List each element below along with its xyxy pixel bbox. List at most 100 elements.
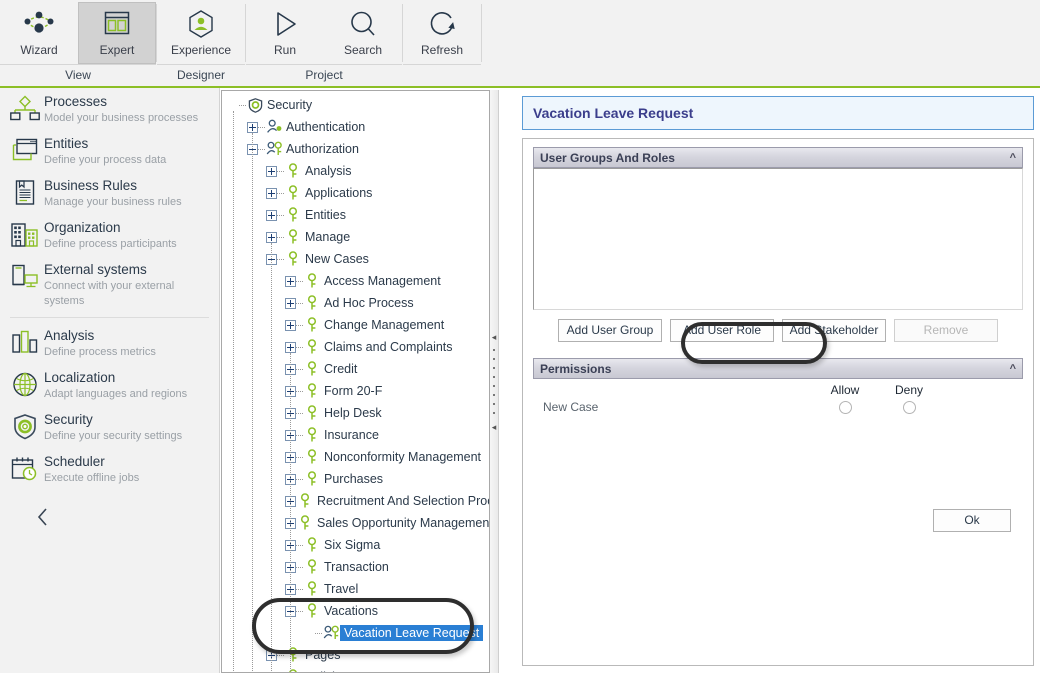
key-icon: [303, 272, 321, 290]
tree-node-expand-toggle[interactable]: [266, 166, 277, 177]
add-user-group-button[interactable]: Add User Group: [558, 319, 662, 342]
security-tree-panel[interactable]: Security Authentication Authorization An…: [221, 90, 489, 673]
tree-node[interactable]: Security: [222, 94, 489, 116]
ribbon-button-refresh[interactable]: Refresh: [403, 2, 481, 64]
tree-node[interactable]: Insurance: [222, 424, 489, 446]
ribbon-button-run[interactable]: Run: [246, 2, 324, 64]
tree-node[interactable]: Vacation Leave Request: [222, 622, 489, 644]
tree-node-label: Ad Hoc Process: [321, 296, 414, 310]
tree-node-expand-toggle[interactable]: [247, 122, 258, 133]
tree-node[interactable]: Vacations: [222, 600, 489, 622]
sidebar-item-entities[interactable]: Entities Define your process data: [0, 130, 219, 172]
tree-connector: [315, 633, 322, 634]
sidebar-item-processes[interactable]: Processes Model your business processes: [0, 88, 219, 130]
tree-node[interactable]: Entities: [222, 204, 489, 226]
key-icon: [303, 558, 321, 576]
ribbon-button-experience[interactable]: Experience: [157, 2, 245, 64]
sidebar-collapse-button[interactable]: [28, 502, 58, 532]
group-permissions-header[interactable]: Permissions ^: [533, 358, 1023, 379]
tree-node[interactable]: Help Desk: [222, 402, 489, 424]
tree-node[interactable]: New Cases: [222, 248, 489, 270]
security-shield-icon: [246, 96, 264, 114]
tree-node[interactable]: Form 20-F: [222, 380, 489, 402]
tree-node[interactable]: Recruitment And Selection Process: [222, 490, 489, 512]
key-icon: [303, 316, 321, 334]
key-icon: [284, 184, 302, 202]
permission-deny-cell: [877, 401, 941, 414]
tree-node[interactable]: Change Management: [222, 314, 489, 336]
remove-button: Remove: [894, 319, 998, 342]
entities-window-icon: [8, 136, 42, 166]
experience-person-icon: [183, 7, 219, 43]
tree-node[interactable]: Transaction: [222, 556, 489, 578]
tree-connector: [296, 369, 303, 370]
tree-node[interactable]: Credit: [222, 358, 489, 380]
user-groups-and-roles-listbox[interactable]: [533, 168, 1023, 310]
sidebar-item-external-systems[interactable]: External systems Connect with your exter…: [0, 256, 219, 313]
tree-node-expand-toggle[interactable]: [285, 342, 296, 353]
group-permissions-title: Permissions: [540, 362, 611, 376]
permission-allow-radio[interactable]: [839, 401, 852, 414]
chevron-up-icon[interactable]: ^: [1010, 363, 1016, 375]
tree-node[interactable]: Sales Opportunity Management: [222, 512, 489, 534]
splitter-grip[interactable]: [493, 347, 495, 417]
tree-node-label: Transaction: [321, 560, 389, 574]
tree-node-label: Access Management: [321, 274, 441, 288]
permission-deny-radio[interactable]: [903, 401, 916, 414]
tree-connector: [296, 435, 303, 436]
tree-node[interactable]: Ad Hoc Process: [222, 292, 489, 314]
tree-node[interactable]: Claims and Complaints: [222, 336, 489, 358]
tree-node[interactable]: Travel: [222, 578, 489, 600]
tree-node[interactable]: Access Management: [222, 270, 489, 292]
tree-node[interactable]: Authentication: [222, 116, 489, 138]
tree-node[interactable]: Manage: [222, 226, 489, 248]
tree-node[interactable]: Nonconformity Management: [222, 446, 489, 468]
tree-node-expand-toggle[interactable]: [285, 320, 296, 331]
tree-node[interactable]: Purchases: [222, 468, 489, 490]
tree-node[interactable]: Analysis: [222, 160, 489, 182]
tree-connector: [296, 281, 303, 282]
chevron-up-icon[interactable]: ^: [1010, 152, 1016, 164]
ribbon-button-search-label: Search: [344, 43, 382, 57]
tree-node[interactable]: Policies: [222, 666, 489, 673]
triangle-left-icon[interactable]: ◂: [492, 333, 497, 341]
tree-node-expand-toggle[interactable]: [285, 298, 296, 309]
ok-button-wrapper: Ok: [933, 509, 1011, 532]
tree-node-expand-toggle[interactable]: [266, 188, 277, 199]
tree-node[interactable]: Authorization: [222, 138, 489, 160]
ribbon-button-wizard[interactable]: Wizard: [0, 2, 78, 64]
sidebar-item-organization[interactable]: Organization Define process participants: [0, 214, 219, 256]
sidebar-item-localization[interactable]: Localization Adapt languages and regions: [0, 364, 219, 406]
tree-node-expand-toggle[interactable]: [285, 276, 296, 287]
tree-node-label: Applications: [302, 186, 372, 200]
ribbon-button-search[interactable]: Search: [324, 2, 402, 64]
page-title: Vacation Leave Request: [522, 96, 1034, 130]
tree-node[interactable]: Pages: [222, 644, 489, 666]
tree-node-expand-toggle[interactable]: [266, 232, 277, 243]
ok-button[interactable]: Ok: [933, 509, 1011, 532]
sidebar-item-scheduler[interactable]: Scheduler Execute offline jobs: [0, 448, 219, 490]
sidebar-item-analysis[interactable]: Analysis Define process metrics: [0, 322, 219, 364]
key-icon: [284, 228, 302, 246]
key-icon: [296, 514, 314, 532]
tree-guide-line: [233, 111, 234, 673]
ribbon-button-expert[interactable]: Expert: [78, 2, 156, 64]
sidebar-item-entities-title: Entities: [44, 136, 88, 151]
sidebar-divider: [10, 317, 209, 318]
add-user-role-button[interactable]: Add User Role: [670, 319, 774, 342]
add-stakeholder-button[interactable]: Add Stakeholder: [782, 319, 886, 342]
tree-node-label: New Cases: [302, 252, 369, 266]
tree-node-expand-toggle[interactable]: [266, 210, 277, 221]
sidebar-item-security[interactable]: Security Define your security settings: [0, 406, 219, 448]
tree-node[interactable]: Applications: [222, 182, 489, 204]
localization-globe-icon: [8, 370, 42, 400]
tree-node[interactable]: Six Sigma: [222, 534, 489, 556]
permissions-body: Allow Deny New Case Ok: [533, 379, 1023, 629]
sidebar-item-business-rules[interactable]: Business Rules Manage your business rule…: [0, 172, 219, 214]
key-icon: [303, 426, 321, 444]
panel-splitter[interactable]: ◂ ◂: [489, 90, 499, 673]
editor-body: User Groups And Roles ^ Add User Group A…: [522, 138, 1034, 666]
sidebar-item-organization-title: Organization: [44, 220, 121, 235]
group-user-groups-and-roles-header[interactable]: User Groups And Roles ^: [533, 147, 1023, 168]
triangle-left-icon[interactable]: ◂: [492, 423, 497, 431]
